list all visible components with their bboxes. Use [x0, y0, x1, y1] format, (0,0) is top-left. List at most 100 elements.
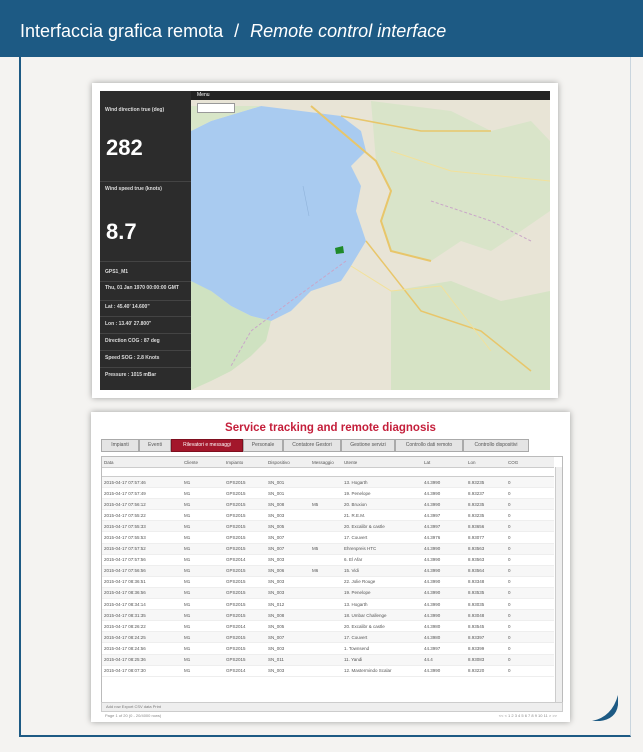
table-cell: 0 — [506, 654, 554, 666]
table-cell: 17. Couvert — [342, 531, 422, 544]
table-cell: 2015-04-17 08:24:25 — [102, 631, 182, 644]
table-row[interactable]: 2015-04-17 08:24:25 M1 GPS2015 SN_007 17. Co… — [102, 631, 554, 644]
tracking-tab[interactable]: Contatore Gestori — [283, 439, 341, 452]
tracking-tab[interactable]: Impianti — [101, 439, 139, 452]
table-cell: GPS2015 — [224, 576, 266, 588]
table-row[interactable]: 2015-04-17 08:24:56 M1 GPS2015 SN_003 1. Tow… — [102, 642, 554, 655]
table-row[interactable]: 2015-04-17 07:55:53 M1 GPS2015 SN_007 17. Co… — [102, 531, 554, 544]
table-cell — [310, 576, 342, 588]
table-cell: 44.3990 — [422, 543, 466, 555]
tracking-tab[interactable]: Personale — [243, 439, 283, 452]
table-cell — [310, 587, 342, 600]
tracking-tab[interactable]: Gestione servizi — [341, 439, 395, 452]
table-row[interactable]: 2015-04-17 07:57:56 M1 GPS2014 SN_003 6. El … — [102, 554, 554, 566]
title-italian: Interfaccia grafica remota — [20, 21, 224, 41]
table-row[interactable]: 2015-04-17 08:26:22 M1 GPS2014 SN_005 20. Ex… — [102, 620, 554, 633]
table-row[interactable]: 2015-04-17 07:56:56 M1 GPS2015 SN_006 M6 15. … — [102, 565, 554, 577]
table-row[interactable]: 2015-04-17 08:31:35 M1 GPS2015 SN_008 18. Um… — [102, 609, 554, 622]
table-row[interactable]: 2015-04-17 08:36:51 M1 GPS2015 SN_003 22. Jo… — [102, 576, 554, 588]
table-cell: 8.93048 — [466, 609, 506, 622]
filter-cell[interactable] — [310, 467, 342, 477]
table-cell: 8.93220 — [466, 665, 506, 677]
table-cell — [310, 520, 342, 533]
page-links[interactable]: << < 1 2 3 4 5 6 7 8 9 10 11 > >> — [499, 711, 557, 720]
column-header[interactable]: Cliente — [182, 457, 224, 468]
gps-pressure: Pressure : 1015 mBar — [105, 372, 157, 378]
table-cell — [310, 631, 342, 644]
dashboard-screenshot: Wind direction true (deg) 282 Wind speed… — [92, 83, 558, 398]
tracking-tab[interactable]: Rilevatori e messaggi — [171, 439, 243, 452]
table-cell: SN_011 — [266, 654, 310, 666]
menu-label[interactable]: Menu — [197, 92, 210, 98]
table-cell: 8.93348 — [466, 576, 506, 588]
table-cell: GPS2014 — [224, 620, 266, 633]
table-cell: 19. Penelope — [342, 487, 422, 500]
filter-cell[interactable] — [182, 467, 224, 477]
tracking-tab[interactable]: Eventi — [139, 439, 171, 452]
tracking-table: Data Cliente Impianto Dispositivo Messaggio U… — [102, 457, 554, 677]
gps-lat: Lat : 45.40' 14.600" — [105, 304, 150, 310]
table-cell: SN_003 — [266, 509, 310, 522]
tracking-title: Service tracking and remote diagnosis — [225, 422, 436, 434]
table-row[interactable]: 2015-04-17 08:36:56 M1 GPS2015 SN_003 19. Pe… — [102, 587, 554, 600]
map-view[interactable]: Menu — [191, 91, 550, 390]
filter-cell[interactable] — [102, 467, 182, 477]
tracking-tab[interactable]: Controllo dispositivi — [463, 439, 529, 452]
table-row[interactable]: 2015-04-17 07:55:33 M1 GPS2015 SN_005 20. Ex… — [102, 520, 554, 533]
column-header[interactable]: Lat — [422, 457, 466, 468]
filter-cell[interactable] — [506, 467, 554, 477]
table-cell: SN_008 — [266, 609, 310, 622]
table-cell: 0 — [506, 476, 554, 489]
table-cell — [310, 642, 342, 655]
table-cell: SN_005 — [266, 620, 310, 633]
column-header[interactable]: Data — [102, 457, 182, 468]
table-cell: 44.3976 — [422, 531, 466, 544]
table-cell — [310, 509, 342, 522]
column-header[interactable]: COG — [506, 457, 554, 468]
column-header[interactable]: Lon — [466, 457, 506, 468]
filter-cell[interactable] — [342, 467, 422, 477]
table-cell — [310, 609, 342, 622]
title-english: Remote control interface — [250, 21, 447, 41]
table-row[interactable]: 2015-04-17 07:57:46 M1 GPS2015 SN_001 13. Ho… — [102, 476, 554, 489]
table-cell: 20. Excalibr & castle — [342, 520, 422, 533]
table-cell: SN_003 — [266, 587, 310, 600]
table-row[interactable]: 2015-04-17 07:57:52 M1 GPS2015 SN_007 M5 Ehre… — [102, 543, 554, 555]
table-scrollbar[interactable] — [555, 467, 562, 703]
table-cell: 44.3990 — [422, 598, 466, 611]
table-row[interactable]: 2015-04-17 08:07:30 M1 GPS2014 SN_003 12. Ma… — [102, 665, 554, 677]
table-cell: SN_012 — [266, 598, 310, 611]
column-header[interactable]: Utente — [342, 457, 422, 468]
table-cell: 0 — [506, 609, 554, 622]
table-cell — [310, 665, 342, 677]
column-header[interactable]: Impianto — [224, 457, 266, 468]
filter-row[interactable] — [102, 467, 554, 477]
table-cell: 2015-04-17 08:34:14 — [102, 598, 182, 611]
table-cell: GPS2015 — [224, 598, 266, 611]
map-type-toggle[interactable] — [197, 103, 235, 113]
table-cell: 44.3990 — [422, 498, 466, 511]
page-info: Page 1 of 20 (0 - 20/4000 rows) — [105, 713, 162, 718]
filter-cell[interactable] — [266, 467, 310, 477]
table-cell: 8.93235 — [466, 498, 506, 511]
table-cell: 44.3990 — [422, 554, 466, 566]
filter-cell[interactable] — [224, 467, 266, 477]
table-cell: SN_007 — [266, 531, 310, 544]
filter-cell[interactable] — [422, 467, 466, 477]
table-row[interactable]: 2015-04-17 07:57:49 M1 GPS2015 SN_001 19. Pe… — [102, 487, 554, 500]
table-cell: 0 — [506, 487, 554, 500]
table-row[interactable]: 2015-04-17 07:55:22 M1 GPS2015 SN_003 21. R.… — [102, 509, 554, 522]
toolbar-actions[interactable]: Add row Export CSV data Print — [106, 704, 161, 709]
column-header[interactable]: Messaggio — [310, 457, 342, 468]
table-cell: 2015-04-17 08:26:22 — [102, 620, 182, 633]
tracking-tab[interactable]: Controllo dati remoto — [395, 439, 463, 452]
filter-cell[interactable] — [466, 467, 506, 477]
column-header[interactable]: Dispositivo — [266, 457, 310, 468]
tracking-table-wrap: Data Cliente Impianto Dispositivo Messaggio U… — [101, 456, 563, 704]
table-row[interactable]: 2015-04-17 08:34:14 M1 GPS2015 SN_012 13. Ho… — [102, 598, 554, 611]
table-row[interactable]: 2015-04-17 07:56:12 M1 GPS2015 SN_008 M5 20. … — [102, 498, 554, 511]
table-cell: M1 — [182, 598, 224, 611]
table-row[interactable]: 2015-04-17 08:25:36 M1 GPS2015 SN_011 11. Ya… — [102, 654, 554, 666]
table-cell: 8.93235 — [466, 509, 506, 522]
table-cell: 22. Jolie Rouge — [342, 576, 422, 588]
